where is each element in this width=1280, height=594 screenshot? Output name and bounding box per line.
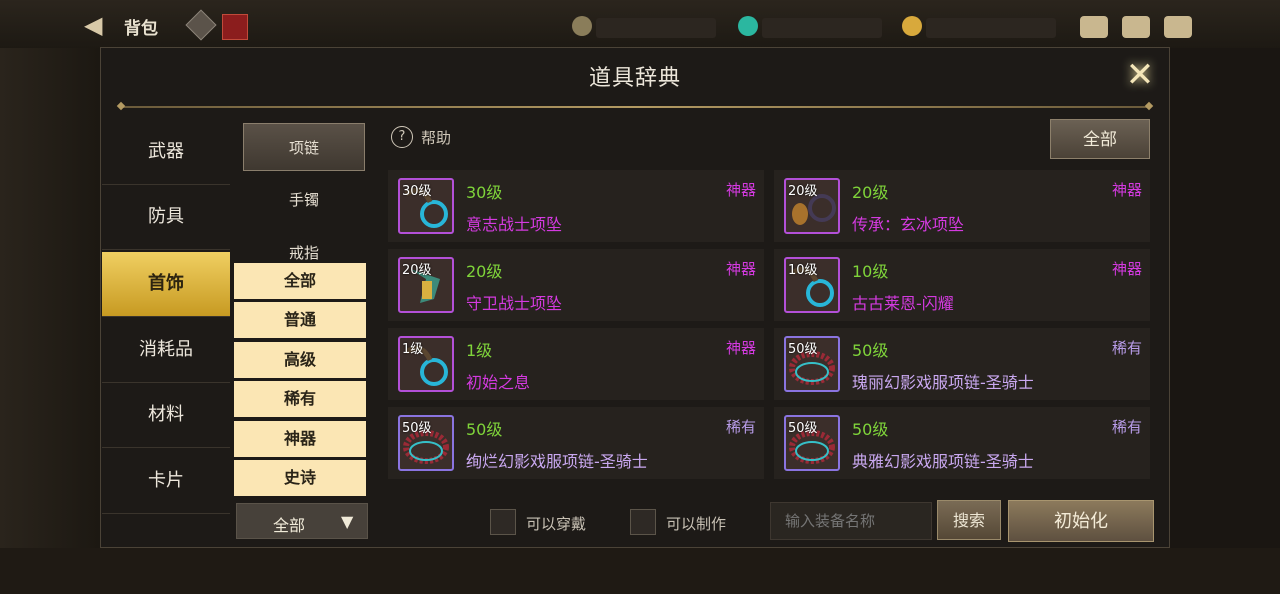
item-rarity: 神器 [1111, 260, 1142, 278]
item-card[interactable]: 20级 20级 神器 守卫战士项坠 [388, 249, 764, 321]
costume-necklace-icon: 50级 [784, 415, 840, 471]
item-name: 初始之息 [466, 373, 531, 392]
grade-rare[interactable]: 稀有 [234, 381, 366, 417]
grade-dropdown[interactable]: 全部 ▼ [236, 503, 368, 539]
grade-epic[interactable]: 史诗 [234, 460, 366, 496]
necklace-icon: 20级 [398, 257, 454, 313]
dialog-title: 道具辞典 [588, 66, 681, 91]
back-arrow-icon[interactable]: ◀ [84, 12, 114, 38]
chat-icon[interactable] [1164, 16, 1192, 38]
item-level: 20级 [852, 183, 889, 202]
currency-bar [596, 18, 716, 38]
background-left-panel [0, 48, 100, 594]
item-level: 50级 [852, 341, 889, 360]
filter-all-button[interactable]: 全部 [1050, 119, 1150, 159]
grade-all[interactable]: 全部 [234, 263, 366, 299]
icon-level-tag: 20级 [788, 184, 818, 199]
item-rarity: 稀有 [1111, 339, 1142, 357]
grade-common[interactable]: 普通 [234, 302, 366, 338]
search-button[interactable]: 搜索 [937, 500, 1001, 540]
coin-icon [572, 16, 592, 36]
item-card[interactable]: 1级 1级 神器 初始之息 [388, 328, 764, 400]
mail-icon[interactable] [1122, 16, 1150, 38]
reset-button[interactable]: 初始化 [1008, 500, 1154, 542]
wearable-checkbox[interactable] [490, 509, 516, 535]
item-card[interactable]: 10级 10级 神器 古古莱恩-闪耀 [774, 249, 1150, 321]
category-material[interactable]: 材料 [102, 383, 230, 448]
crystal-icon [738, 16, 758, 36]
item-name: 守卫战士项坠 [466, 294, 563, 313]
dropdown-value: 全部 [273, 516, 306, 535]
costume-necklace-icon: 50级 [398, 415, 454, 471]
subcategory-bracelet[interactable]: 手镯 [243, 189, 365, 210]
category-armor[interactable]: 防具 [102, 185, 230, 250]
necklace-icon: 30级 [398, 178, 454, 234]
subcategory-ring[interactable]: 戒指 [243, 242, 365, 263]
wearable-label: 可以穿戴 [526, 515, 587, 533]
item-rarity: 神器 [725, 260, 756, 278]
item-rarity: 神器 [725, 339, 756, 357]
item-name: 传承：玄冰项坠 [852, 215, 965, 234]
close-icon[interactable]: ✕ [1122, 57, 1158, 93]
icon-level-tag: 1级 [402, 342, 424, 357]
red-badge-icon[interactable] [222, 14, 248, 40]
craftable-label: 可以制作 [666, 515, 727, 533]
currency-bar [926, 18, 1056, 38]
icon-level-tag: 50级 [402, 421, 432, 436]
icon-level-tag: 20级 [402, 263, 432, 278]
title-divider [120, 106, 1150, 108]
category-consumable[interactable]: 消耗品 [102, 318, 230, 383]
necklace-icon: 10级 [784, 257, 840, 313]
grade-artifact[interactable]: 神器 [234, 421, 366, 457]
icon-level-tag: 50级 [788, 342, 818, 357]
subcategory-necklace[interactable]: 项链 [243, 123, 365, 171]
item-level: 50级 [852, 420, 889, 439]
gold-coin-icon [902, 16, 922, 36]
item-name: 古古莱恩-闪耀 [852, 294, 954, 313]
category-accessory[interactable]: 首饰 [102, 252, 230, 317]
item-name: 典雅幻影戏服项链-圣骑士 [852, 452, 1034, 471]
category-card[interactable]: 卡片 [102, 449, 230, 514]
item-rarity: 神器 [1111, 181, 1142, 199]
item-card[interactable]: 50级 50级 稀有 绚烂幻影戏服项链-圣骑士 [388, 407, 764, 479]
pouch-icon[interactable] [1080, 16, 1108, 38]
background-bottom-bar [0, 548, 1280, 594]
help-label: 帮助 [421, 129, 452, 147]
inventory-title: 背包 [124, 19, 158, 39]
background-right-panel [1170, 48, 1280, 594]
item-level: 50级 [466, 420, 503, 439]
item-level: 20级 [466, 262, 503, 281]
item-rarity: 稀有 [725, 418, 756, 436]
icon-level-tag: 10级 [788, 263, 818, 278]
item-level: 30级 [466, 183, 503, 202]
item-card[interactable]: 20级 20级 神器 传承：玄冰项坠 [774, 170, 1150, 242]
necklace-icon: 20级 [784, 178, 840, 234]
grade-advanced[interactable]: 高级 [234, 342, 366, 378]
icon-level-tag: 30级 [402, 184, 432, 199]
dropdown-arrow-icon: ▼ [341, 512, 354, 531]
item-level: 10级 [852, 262, 889, 281]
item-name: 绚烂幻影戏服项链-圣骑士 [466, 452, 648, 471]
category-weapon[interactable]: 武器 [102, 120, 230, 185]
item-name: 意志战士项坠 [466, 215, 563, 234]
item-rarity: 神器 [725, 181, 756, 199]
costume-necklace-icon: 50级 [784, 336, 840, 392]
item-name: 瑰丽幻影戏服项链-圣骑士 [852, 373, 1034, 392]
craftable-checkbox[interactable] [630, 509, 656, 535]
item-card[interactable]: 30级 30级 神器 意志战士项坠 [388, 170, 764, 242]
necklace-icon: 1级 [398, 336, 454, 392]
item-name-search-input[interactable] [770, 502, 932, 540]
item-card[interactable]: 50级 50级 稀有 瑰丽幻影戏服项链-圣骑士 [774, 328, 1150, 400]
icon-level-tag: 50级 [788, 421, 818, 436]
item-level: 1级 [466, 341, 493, 360]
item-card[interactable]: 50级 50级 稀有 典雅幻影戏服项链-圣骑士 [774, 407, 1150, 479]
help-icon: ? [391, 126, 413, 148]
item-rarity: 稀有 [1111, 418, 1142, 436]
currency-bar [762, 18, 882, 38]
